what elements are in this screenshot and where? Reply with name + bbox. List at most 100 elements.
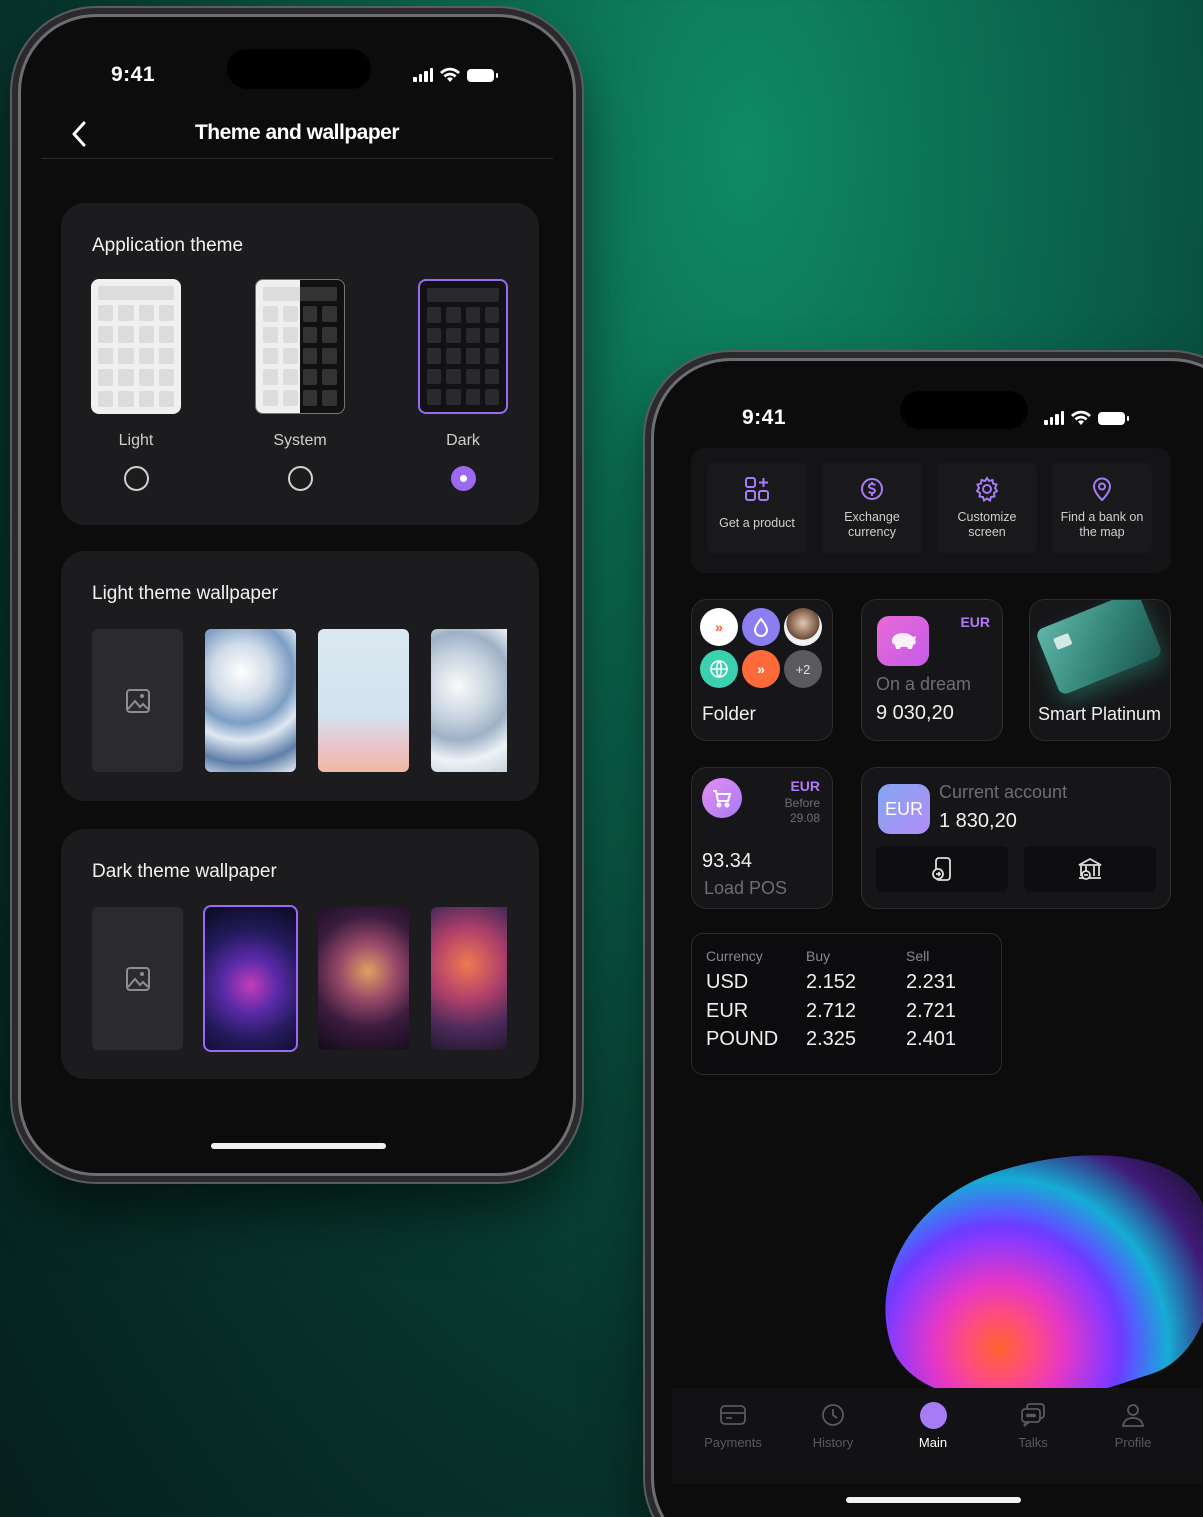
quick-action-label: Get a product [719,516,795,530]
load-pos-tile[interactable]: EUR Before 29.08 93.34 Load POS [691,767,833,909]
currency-column: Currency USD EUR POUND [706,948,778,1054]
image-icon [125,688,150,713]
chevrons-icon: » [742,650,780,688]
currency-label: EUR [960,614,990,630]
battery-icon [1098,411,1129,425]
tab-history[interactable]: History [788,1398,878,1450]
gear-icon [975,476,999,502]
add-wallpaper-button[interactable] [92,629,183,772]
sell-column: Sell 2.231 2.721 2.401 [906,948,956,1054]
page-title: Theme and wallpaper [194,121,400,144]
currency-label: EUR [790,778,820,794]
status-icons [1044,410,1129,426]
drop-icon [742,608,780,646]
section-title: Light theme wallpaper [92,583,278,604]
tab-talks[interactable]: Talks [988,1398,1078,1450]
column-header: Currency [706,948,763,964]
grid-plus-icon [745,477,769,501]
sell-cell: 2.721 [906,999,957,1022]
radio-system[interactable] [287,466,313,491]
main-icon [919,1401,947,1429]
clock-icon [822,1404,844,1426]
tab-payments[interactable]: Payments [688,1398,778,1450]
tile-label: Smart Platinum [1038,704,1162,724]
bank-transfer-button[interactable] [1024,846,1156,892]
tile-label: Folder [702,704,756,725]
dark-theme-preview [418,279,508,414]
tile-amount: 9 030,20 [876,702,954,724]
section-title: Dark theme wallpaper [92,861,277,882]
theme-label-light: Light [118,432,154,449]
currency-badge: EUR [878,784,930,834]
wallpaper-thumbnail[interactable] [205,629,296,772]
savings-dream-tile[interactable]: EUR On a dream 9 030,20 [861,599,1003,741]
quick-actions: Get a product Exchange currency Customiz… [691,448,1171,573]
dark-wallpaper-list [92,905,507,1052]
wallpaper-thumbnail[interactable] [318,907,409,1050]
get-product-button[interactable]: Get a product [707,462,807,554]
user-icon [1121,1404,1145,1427]
radio-dark[interactable] [450,466,476,491]
tile-label: On a dream [876,674,972,694]
status-time: 9:41 [742,406,787,429]
sell-cell: 2.401 [906,1028,957,1050]
map-pin-icon [1092,477,1112,502]
top-up-button[interactable] [876,846,1008,892]
buy-cell: 2.712 [806,999,857,1022]
wallpaper-thumbnail[interactable] [431,629,507,772]
light-wallpaper-card: Light theme wallpaper [61,551,539,801]
folder-avatars: » » +2 [700,608,822,688]
wallpaper-thumbnail-selected[interactable] [203,905,298,1052]
currency-cell: POUND [706,1028,779,1050]
theme-label-dark: Dark [446,432,480,449]
dynamic-island [227,49,371,89]
wallpaper-thumbnail[interactable] [431,907,507,1050]
phone-theme-settings: 9:41 Theme and wallpaper Application the… [18,14,576,1176]
battery-icon [467,68,498,82]
current-account-tile[interactable]: EUR Current account 1 830,20 [861,767,1171,909]
smart-platinum-tile[interactable]: Smart Platinum [1029,599,1171,741]
buy-cell: 2.152 [806,971,857,993]
theme-option-light[interactable]: Light [89,279,183,491]
globe-icon [700,650,738,688]
status-time: 9:41 [111,63,156,86]
phone-transfer-icon [932,857,951,881]
quick-action-label: Customize screen [957,510,1017,539]
light-wallpaper-list [92,629,507,772]
phone-banking-main: 9:41 Get a product Exchange currency Cus… [651,358,1203,1517]
wifi-icon [440,67,460,82]
find-bank-button[interactable]: Find a bank on the map [1052,462,1152,554]
tab-main[interactable]: Main [888,1398,978,1450]
column-header: Sell [906,948,930,964]
column-header: Buy [806,948,831,964]
bank-icon [1078,857,1102,880]
tab-profile[interactable]: Profile [1088,1398,1178,1450]
customize-screen-button[interactable]: Customize screen [937,462,1037,554]
avatar [784,608,822,646]
add-wallpaper-button[interactable] [92,907,183,1050]
theme-label-system: System [273,432,327,449]
theme-option-system[interactable]: System [253,279,347,491]
wallpaper-thumbnail[interactable] [318,629,409,772]
home-indicator[interactable] [846,1497,1021,1503]
home-indicator[interactable] [211,1143,386,1149]
account-balance: 1 830,20 [939,810,1017,832]
status-icons [413,67,498,83]
bank-card-image [1034,600,1164,697]
system-theme-preview [255,279,345,414]
radio-light[interactable] [123,466,149,491]
theme-option-dark[interactable]: Dark [416,279,510,491]
due-date: Before 29.08 [785,796,820,826]
tab-bar: Payments History Main Talks Profile [672,1388,1202,1484]
cart-icon [702,778,742,818]
tab-label: Payments [704,1435,762,1450]
image-icon [125,966,150,991]
section-title: Application theme [92,235,244,256]
more-count-badge: +2 [784,650,822,688]
nav-bar: Theme and wallpaper [41,113,553,159]
folder-tile[interactable]: » » +2 Folder [691,599,833,741]
exchange-currency-button[interactable]: Exchange currency [822,462,922,554]
tab-label: Main [918,1435,948,1450]
signal-icon [1044,411,1064,425]
application-theme-card: Application theme Light System Dark [61,203,539,525]
